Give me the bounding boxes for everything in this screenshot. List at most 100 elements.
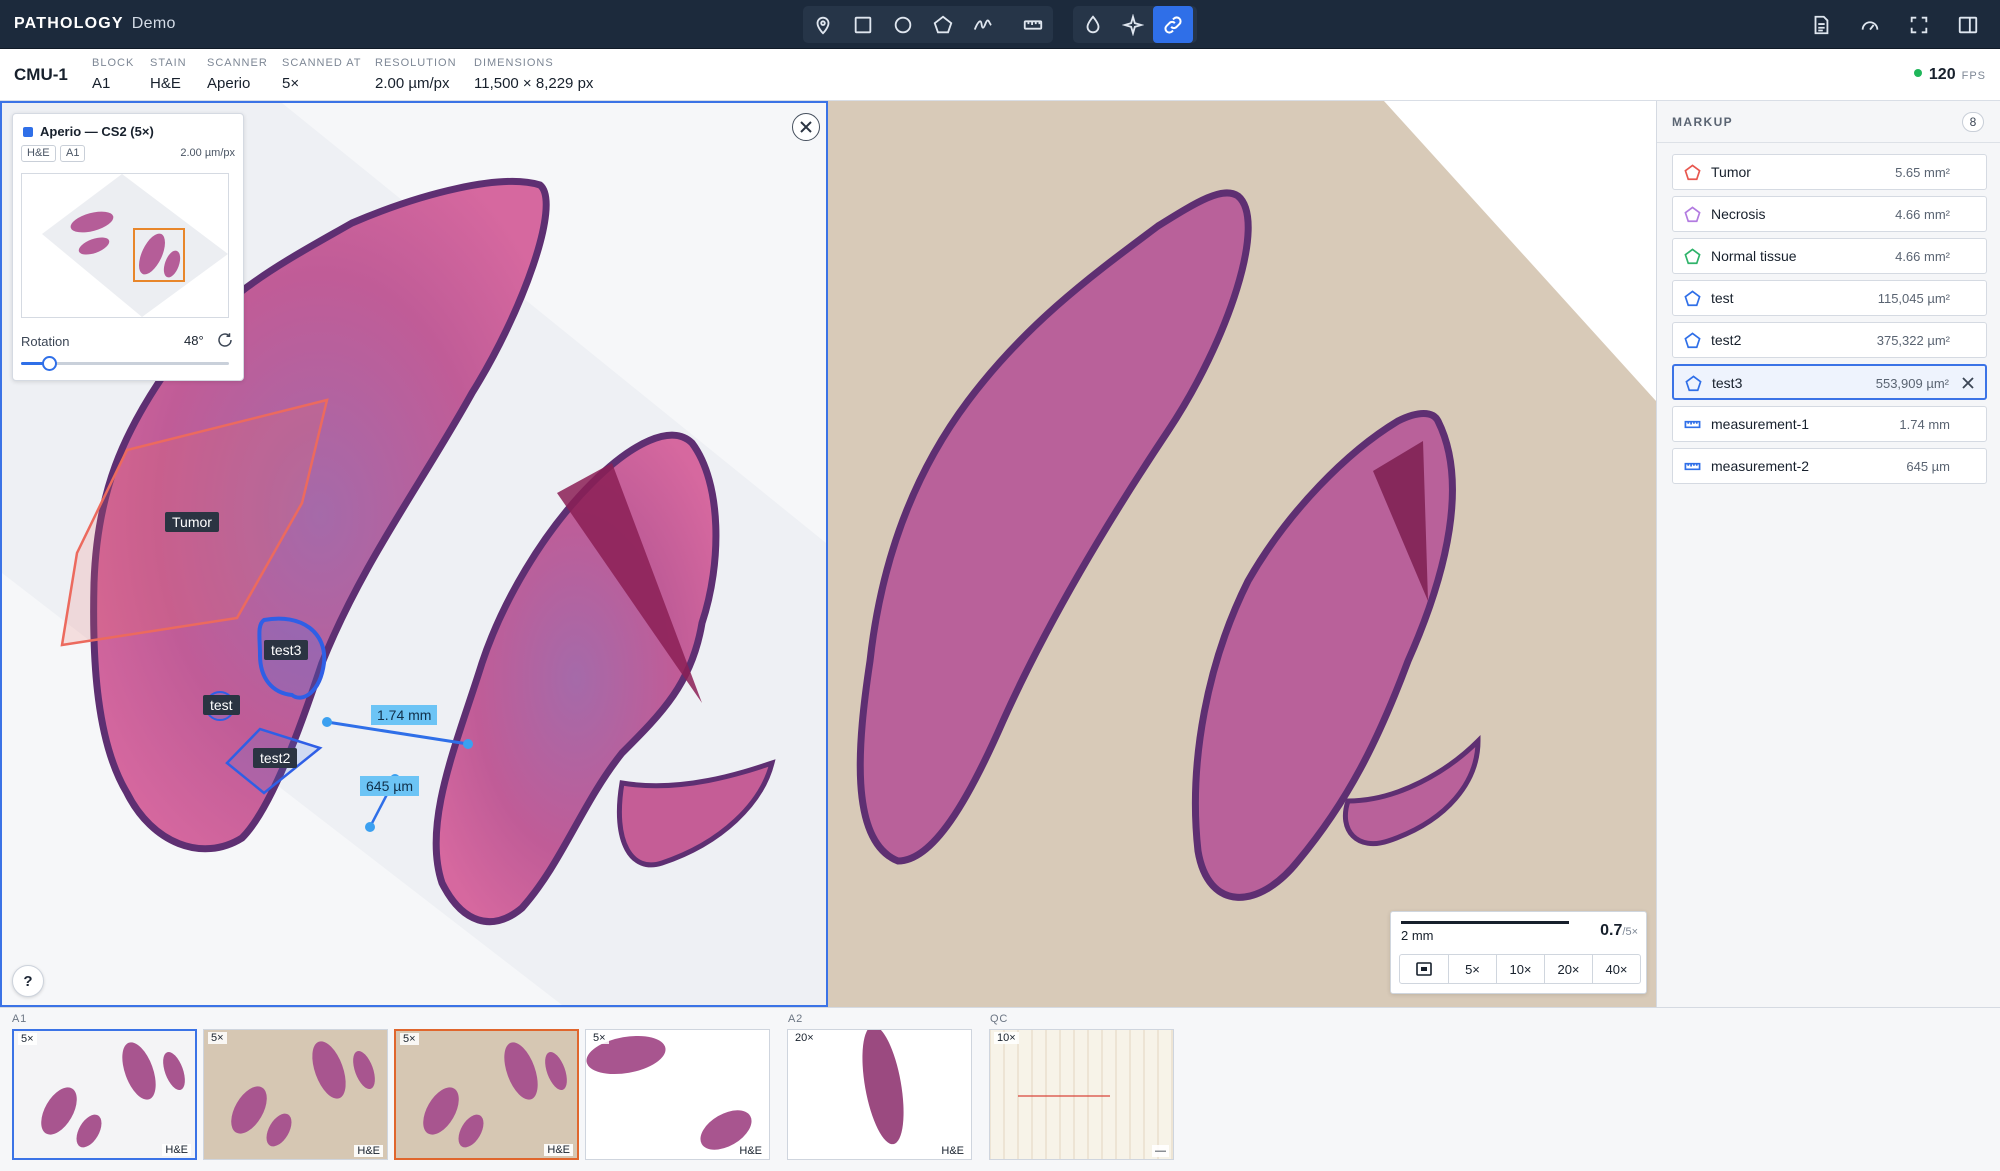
measurement-1-label[interactable]: 1.74 mm bbox=[371, 705, 438, 725]
markup-item-name: Tumor bbox=[1711, 164, 1751, 180]
markup-item[interactable]: test 115,045 µm² bbox=[1672, 280, 1987, 316]
pin-tool[interactable] bbox=[803, 6, 843, 43]
slide-thumbnail[interactable]: 10× — bbox=[989, 1029, 1174, 1160]
markup-title: MARKUP bbox=[1672, 115, 1734, 129]
thumbnail-image bbox=[990, 1030, 1173, 1159]
circle-icon bbox=[894, 16, 912, 33]
thumbnail-magnification: 5× bbox=[400, 1033, 419, 1045]
test3-label[interactable]: test3 bbox=[264, 640, 309, 660]
zoom-10x-button[interactable]: 10× bbox=[1496, 955, 1544, 983]
pentagon-icon bbox=[933, 15, 953, 33]
markup-item-value: 645 µm bbox=[1906, 459, 1950, 474]
group-label-qc: QC bbox=[990, 1013, 1009, 1025]
fullscreen-button[interactable] bbox=[1904, 10, 1934, 40]
thumbnail-magnification: 10× bbox=[994, 1032, 1019, 1044]
markup-item-value: 5.65 mm² bbox=[1895, 165, 1950, 180]
thumbnail-tissue bbox=[312, 1041, 346, 1099]
test-label[interactable]: test bbox=[203, 695, 240, 715]
slide-panel-title: Aperio — CS2 (5×) bbox=[23, 124, 154, 139]
current-magnification: 0.7/5× bbox=[1600, 922, 1638, 940]
tumor-label[interactable]: Tumor bbox=[165, 512, 219, 532]
measurement-1-end[interactable] bbox=[463, 739, 473, 749]
right-slide-viewer[interactable]: 2 mm 0.7/5× 5× 10× 20× 40× bbox=[828, 101, 1656, 1007]
markup-item[interactable]: Necrosis 4.66 mm² bbox=[1672, 196, 1987, 232]
markup-item[interactable]: Tumor 5.65 mm² bbox=[1672, 154, 1987, 190]
thumbnail-tissue bbox=[231, 1086, 267, 1134]
ruler-tool[interactable] bbox=[1013, 6, 1053, 43]
meta-key: SCANNED AT bbox=[282, 57, 362, 69]
polygon-icon bbox=[1684, 290, 1701, 307]
delete-markup-icon[interactable] bbox=[1960, 375, 1976, 391]
sidebar-icon bbox=[1958, 16, 1978, 34]
thumbnail-magnification: 20× bbox=[792, 1032, 817, 1044]
reset-rotation-icon[interactable] bbox=[216, 331, 234, 349]
measurement-2-label[interactable]: 645 µm bbox=[360, 776, 419, 796]
markup-item[interactable]: measurement-2 645 µm bbox=[1672, 448, 1987, 484]
markup-item[interactable]: Normal tissue 4.66 mm² bbox=[1672, 238, 1987, 274]
native-magnification: /5× bbox=[1622, 926, 1638, 938]
meta-value: Aperio bbox=[207, 75, 251, 92]
scale-bar bbox=[1401, 921, 1569, 924]
rotation-slider[interactable] bbox=[21, 356, 229, 371]
test2-label[interactable]: test2 bbox=[253, 748, 298, 768]
slide-filmstrip: A1 A2 QC 5× H&E 5× H&E 5× H&E 5× H&E 20× H&E 10× — bbox=[0, 1007, 2000, 1171]
meta-resolution: RESOLUTION 2.00 µm/px bbox=[375, 57, 457, 92]
thumbnail-stain: — bbox=[1152, 1145, 1169, 1157]
slide-resolution: 2.00 µm/px bbox=[180, 147, 235, 159]
markup-item-name: test2 bbox=[1711, 332, 1742, 348]
slide-thumbnail[interactable]: 5× H&E bbox=[585, 1029, 770, 1160]
zoom-5x-button[interactable]: 5× bbox=[1448, 955, 1496, 983]
scale-and-zoom-control: 2 mm 0.7/5× 5× 10× 20× 40× bbox=[1390, 911, 1647, 994]
zoom-20x-button[interactable]: 20× bbox=[1544, 955, 1592, 983]
fit-to-screen-button[interactable] bbox=[1400, 955, 1448, 983]
rotation-slider-handle[interactable] bbox=[41, 356, 57, 371]
markup-item[interactable]: measurement-1 1.74 mm bbox=[1672, 406, 1987, 442]
toggle-sidebar-button[interactable] bbox=[1953, 10, 1983, 40]
zoom-40x-button[interactable]: 40× bbox=[1592, 955, 1640, 983]
polygon-tool[interactable] bbox=[923, 6, 963, 43]
link-tool[interactable] bbox=[1153, 6, 1193, 43]
brand-name: PATHOLOGY bbox=[14, 15, 124, 32]
left-slide-viewer[interactable]: Tumor test3 test test2 1.74 mm 645 µm Ap… bbox=[0, 101, 828, 1007]
slide-thumbnail[interactable]: 5× H&E bbox=[12, 1029, 197, 1160]
thumbnail-tissue bbox=[458, 1114, 484, 1148]
stain-tool[interactable] bbox=[1073, 6, 1113, 43]
meta-value: 5× bbox=[282, 75, 300, 92]
polygon-icon bbox=[1684, 332, 1701, 349]
close-viewer-button[interactable] bbox=[792, 113, 820, 141]
slide-thumbnail[interactable]: 5× H&E bbox=[394, 1029, 579, 1160]
markup-item-value: 553,909 µm² bbox=[1875, 376, 1949, 391]
measurement-1-start[interactable] bbox=[322, 717, 332, 727]
rectangle-tool[interactable] bbox=[843, 6, 883, 43]
thumbnail-image bbox=[231, 1041, 375, 1147]
thumbnail-tissue bbox=[163, 1051, 185, 1091]
markup-item-name: test3 bbox=[1712, 375, 1743, 391]
right-slide-image[interactable] bbox=[828, 101, 1656, 1007]
meta-value: 2.00 µm/px bbox=[375, 75, 450, 92]
help-button[interactable]: ? bbox=[12, 965, 44, 997]
freehand-tool[interactable] bbox=[963, 6, 1003, 43]
meta-scanner: SCANNER Aperio bbox=[207, 57, 268, 92]
polygon-icon bbox=[1684, 248, 1701, 265]
markup-item[interactable]: test3 553,909 µm² bbox=[1672, 364, 1987, 400]
fps-value: 120 bbox=[1928, 66, 1956, 83]
markup-item[interactable]: test2 375,322 µm² bbox=[1672, 322, 1987, 358]
markup-panel: MARKUP 8 Tumor 5.65 mm² Necrosis 4.66 mm² No… bbox=[1656, 101, 2000, 1007]
thumbnail-tissue bbox=[122, 1042, 156, 1100]
measurement-2-end[interactable] bbox=[365, 822, 375, 832]
meta-dimensions: DIMENSIONS 11,500 × 8,229 px bbox=[474, 57, 593, 92]
fit-screen-icon bbox=[1416, 962, 1432, 976]
thumbnail-stain: H&E bbox=[354, 1145, 383, 1157]
slide-overview-thumbnail[interactable] bbox=[21, 173, 229, 318]
polygon-icon bbox=[1684, 164, 1701, 181]
markup-item-name: measurement-2 bbox=[1711, 458, 1810, 474]
slide-info-panel: Aperio — CS2 (5×) H&E A1 2.00 µm/px Rota… bbox=[12, 113, 244, 381]
slide-thumbnail[interactable]: 20× H&E bbox=[787, 1029, 972, 1160]
report-button[interactable] bbox=[1806, 10, 1836, 40]
sparkle-icon bbox=[1122, 13, 1144, 36]
ellipse-tool[interactable] bbox=[883, 6, 923, 43]
meta-key: BLOCK bbox=[92, 57, 135, 69]
slide-thumbnail[interactable]: 5× H&E bbox=[203, 1029, 388, 1160]
performance-button[interactable] bbox=[1855, 10, 1885, 40]
ai-tool[interactable] bbox=[1113, 6, 1153, 43]
